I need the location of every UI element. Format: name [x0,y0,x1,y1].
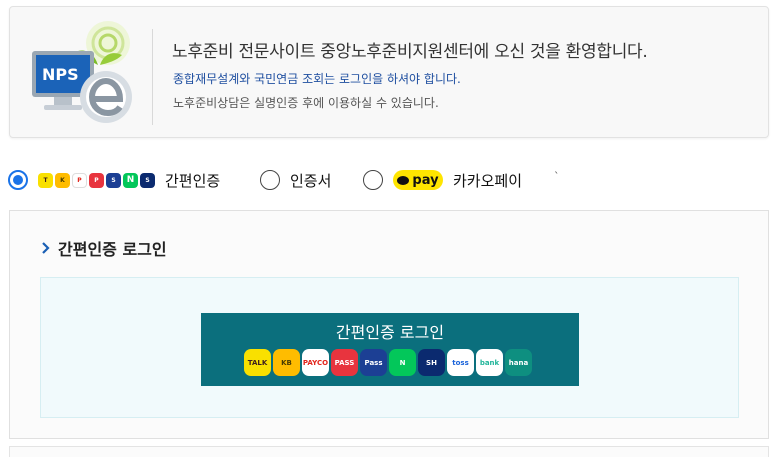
welcome-title: 노후준비 전문사이트 중앙노후준비지원센터에 오신 것을 환영합니다. [172,42,648,62]
option-simple-auth[interactable]: T K P P S N S 간편인증 [8,166,220,194]
welcome-box: NPS 노후준비 전문사이트 중앙노후준비지원센터에 오신 것을 환영합니다. … [9,6,769,138]
option-kakaopay[interactable]: pay 카카오페이 [363,166,522,194]
kakaopay-badge-text: pay [412,172,439,188]
login-required-note: 종합재무설계와 국민연금 조회는 로그인을 하셔야 합니다. [173,72,461,86]
login-inner-box: 간편인증 로그인 TALK KB PAYCO PASS Pass N SH toss bank h… [40,277,739,418]
kakao-bubble-icon [397,175,410,185]
chevron-right-icon [42,242,50,254]
radio-kakaopay[interactable] [363,170,383,190]
naver-icon: N [123,172,138,188]
login-panel: 간편인증 로그인 간편인증 로그인 TALK KB PAYCO PASS Pass N SH… [9,210,769,439]
kakaotalk-icon: TALK [244,349,271,376]
radio-certificate[interactable] [260,170,280,190]
login-button-label: 간편인증 로그인 [335,323,445,342]
next-section-edge [9,446,769,457]
option-simple-auth-label: 간편인증 [165,171,221,190]
payco-icon: PAYCO [302,349,329,376]
radio-simple-auth[interactable] [8,170,28,190]
toss-icon: toss [447,349,474,376]
option-certificate-label: 인증서 [290,171,332,190]
naver-icon: N [389,349,416,376]
simple-auth-provider-icons: T K P P S N S [38,172,155,188]
login-panel-title: 간편인증 로그인 [58,240,167,259]
login-provider-icons: TALK KB PAYCO PASS Pass N SH toss bank hana [244,349,532,376]
stray-mark: ` [554,170,560,183]
kakaopay-badge: pay [393,170,443,190]
payco-icon: P [72,172,87,188]
simple-auth-login-button[interactable]: 간편인증 로그인 TALK KB PAYCO PASS Pass N SH toss bank h… [201,313,579,386]
option-certificate[interactable]: 인증서 [260,166,331,194]
pass-icon: P [89,172,104,188]
bank-sal-icon: bank [476,349,503,376]
hana-icon: hana [505,349,532,376]
kb-icon: KB [273,349,300,376]
shinhan-icon: S [140,172,155,188]
svg-text:NPS: NPS [42,65,79,84]
login-panel-heading: 간편인증 로그인 [38,236,167,260]
pass-icon: PASS [331,349,358,376]
option-kakaopay-label: 카카오페이 [453,171,523,190]
shinhan-icon: SH [418,349,445,376]
consultation-note: 노후준비상담은 실명인증 후에 이용하실 수 있습니다. [173,96,439,110]
welcome-divider [152,29,153,125]
auth-method-options: T K P P S N S 간편인증 인증서 pay 카카오페이 ` [8,166,608,194]
samsung-pass-icon: S [106,172,121,188]
kb-icon: K [55,172,70,188]
kakaotalk-icon: T [38,172,53,188]
samsung-pass-icon: Pass [360,349,387,376]
nps-logo: NPS [28,17,146,129]
